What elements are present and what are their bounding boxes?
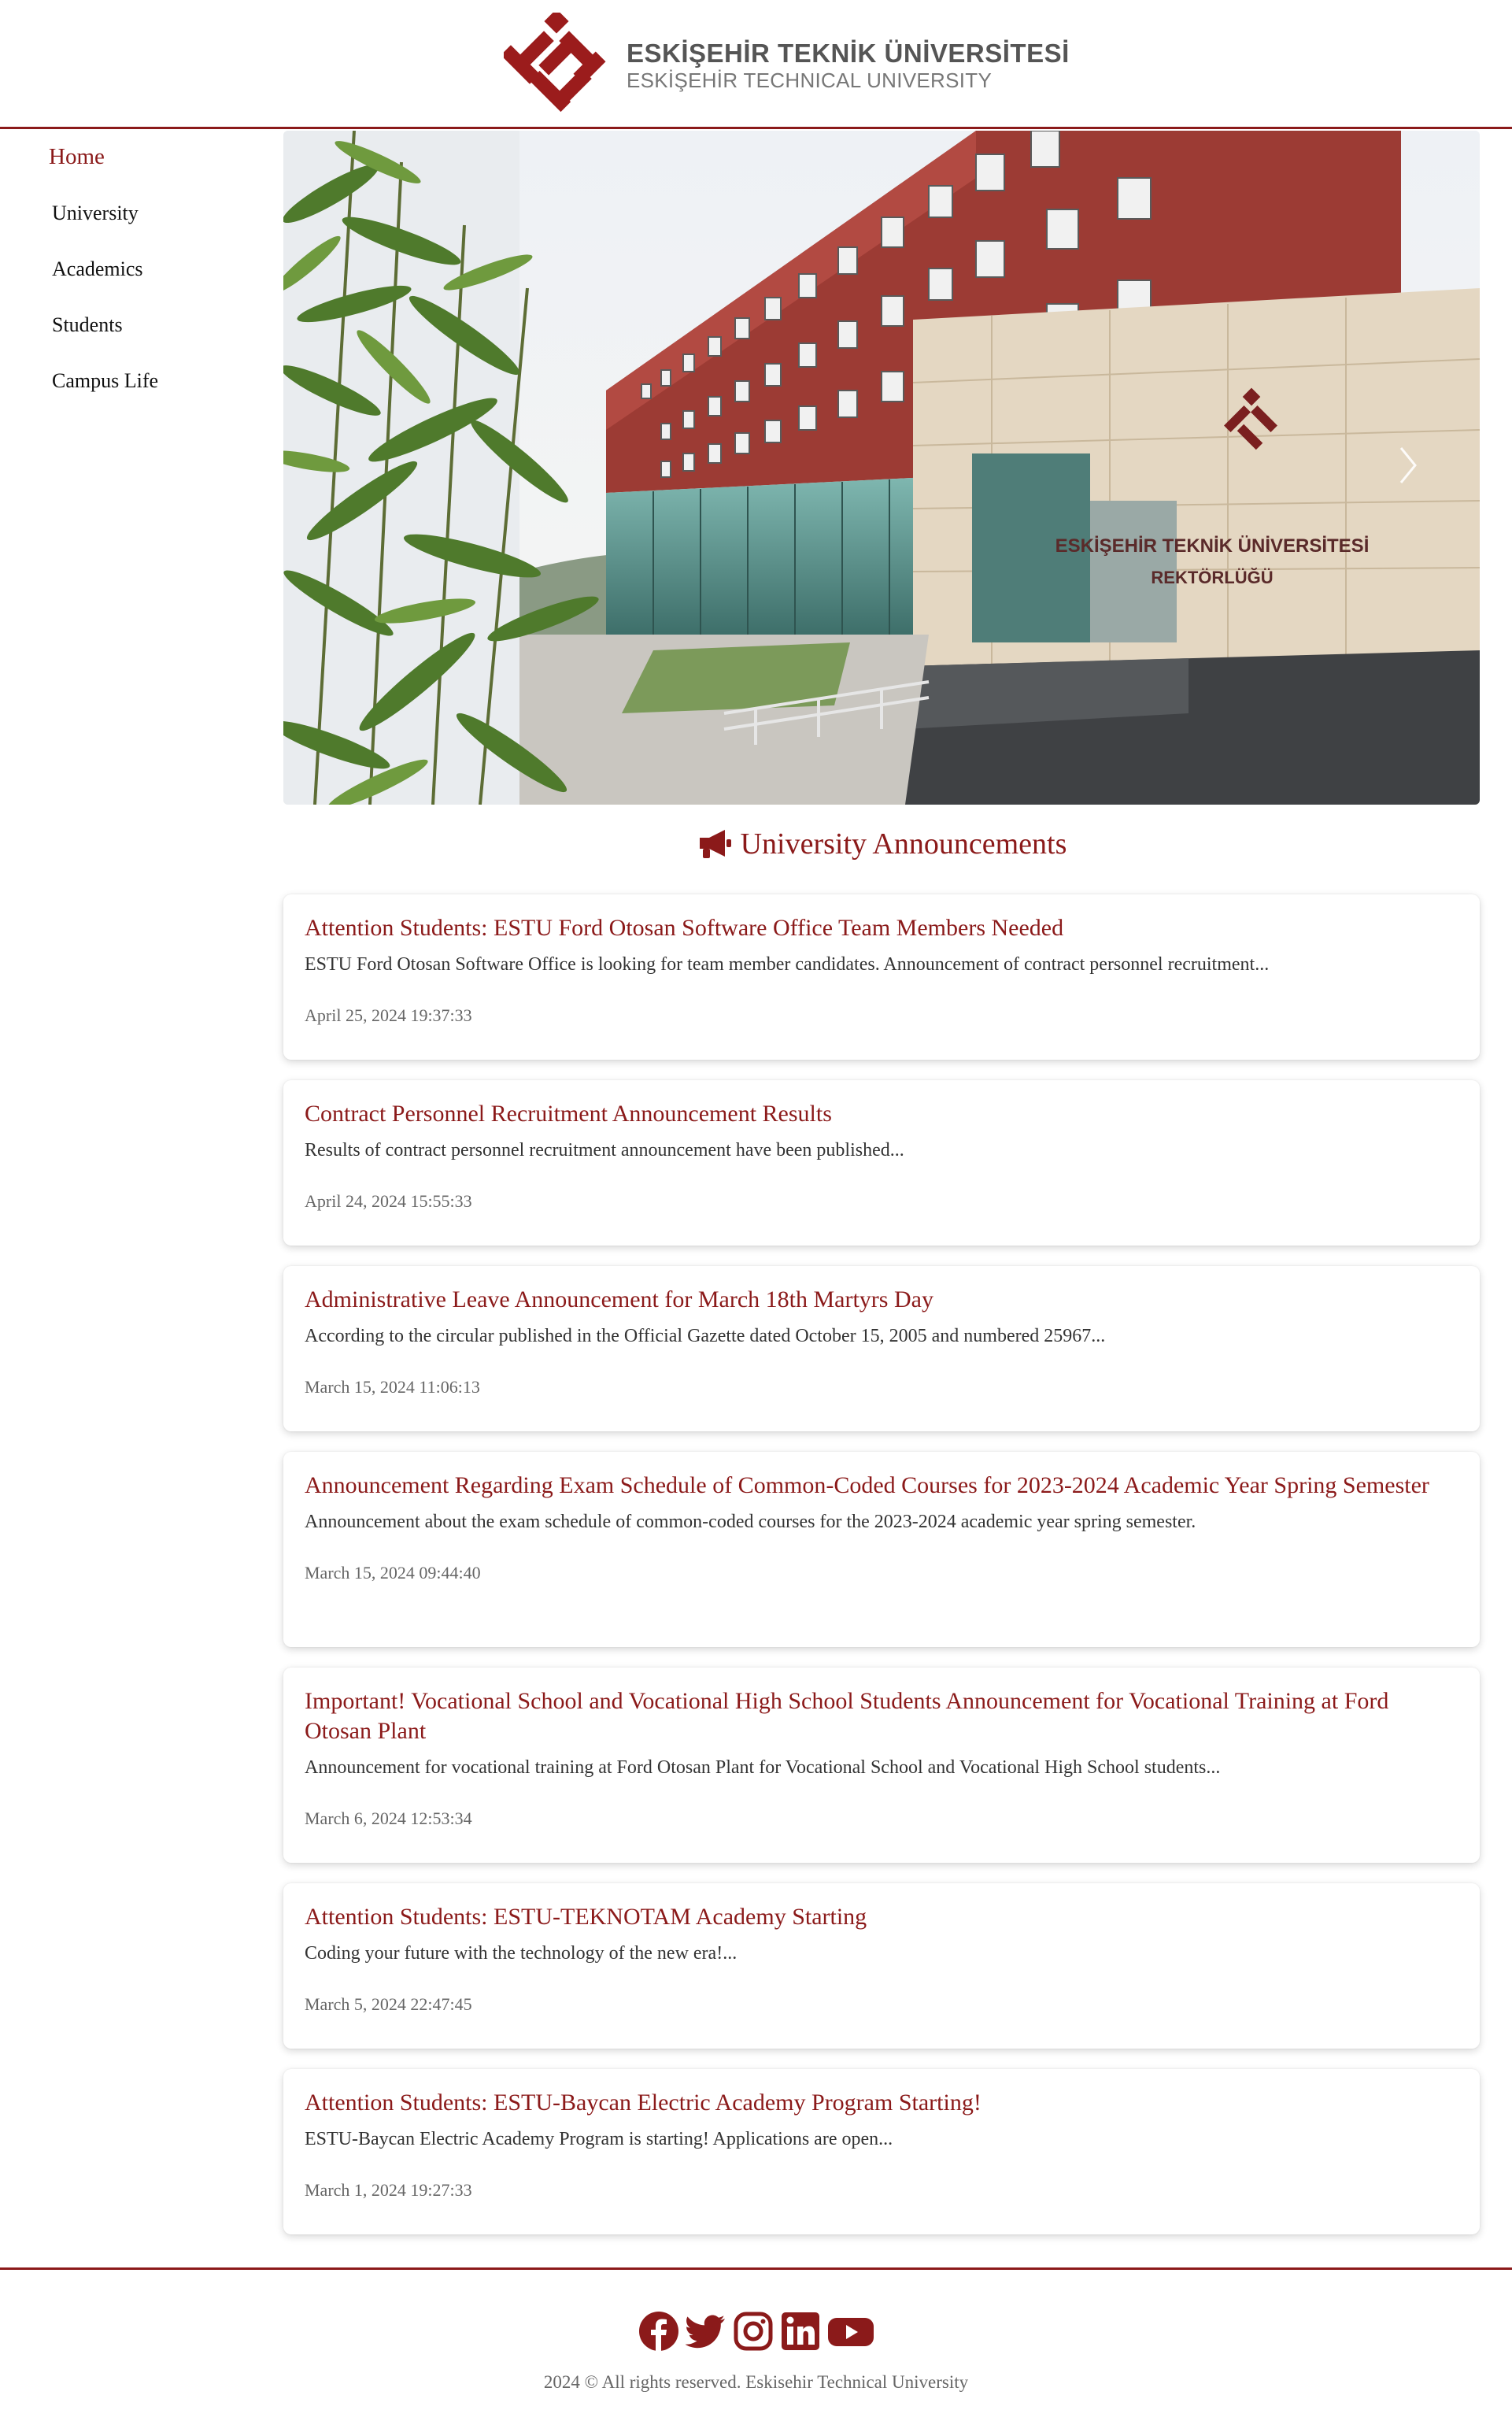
announcement-card: Announcement Regarding Exam Schedule of … <box>283 1452 1480 1647</box>
announcement-date: March 6, 2024 12:53:34 <box>305 1808 472 1828</box>
announcement-date: March 1, 2024 19:27:33 <box>305 2180 472 2200</box>
announcement-summary: Results of contract personnel recruitmen… <box>305 1140 904 1161</box>
announcement-title-link[interactable]: Attention Students: ESTU-Baycan Electric… <box>305 2088 1458 2118</box>
announcement-title-link[interactable]: Important! Vocational School and Vocatio… <box>305 1686 1458 1746</box>
twitter-icon[interactable] <box>685 2311 726 2352</box>
instagram-icon[interactable] <box>733 2311 774 2352</box>
sidebar-item-academics[interactable]: Academics <box>0 241 282 297</box>
announcement-card: Administrative Leave Announcement for Ma… <box>283 1266 1480 1431</box>
university-logo[interactable]: ESKİŞEHİR TEKNİK ÜNİVERSİTESİ ESKİŞEHİR … <box>504 13 1070 118</box>
sidebar-nav: Home University Academics Students Campu… <box>0 129 282 409</box>
announcement-date: March 15, 2024 09:44:40 <box>305 1563 481 1583</box>
announcement-card: Important! Vocational School and Vocatio… <box>283 1668 1480 1863</box>
announcement-card: Contract Personnel Recruitment Announcem… <box>283 1080 1480 1246</box>
announcement-date: March 15, 2024 11:06:13 <box>305 1377 480 1397</box>
announcement-title-link[interactable]: Administrative Leave Announcement for Ma… <box>305 1285 1458 1315</box>
sidebar-item-campus-life[interactable]: Campus Life <box>0 353 282 409</box>
announcement-summary: ESTU-Baycan Electric Academy Program is … <box>305 2129 893 2149</box>
announcement-title-link[interactable]: Announcement Regarding Exam Schedule of … <box>305 1471 1458 1501</box>
facebook-icon[interactable] <box>638 2311 679 2352</box>
sign-line2: REKTÖRLÜĞÜ <box>1151 568 1273 587</box>
site-header: ESKİŞEHİR TEKNİK ÜNİVERSİTESİ ESKİŞEHİR … <box>0 0 1512 129</box>
announcement-summary: Coding your future with the technology o… <box>305 1943 738 1964</box>
announcement-card: Attention Students: ESTU-TEKNOTAM Academ… <box>283 1883 1480 2049</box>
sidebar-item-students[interactable]: Students <box>0 297 282 353</box>
announcement-card: Attention Students: ESTU-Baycan Electric… <box>283 2069 1480 2234</box>
announcement-summary: ESTU Ford Otosan Software Office is look… <box>305 954 1270 975</box>
sidebar-item-university[interactable]: University <box>0 185 282 241</box>
announcement-date: April 24, 2024 15:55:33 <box>305 1191 472 1211</box>
hero-carousel[interactable]: ESKİŞEHİR TEKNİK ÜNİVERSİTESİ REKTÖRLÜĞÜ <box>283 131 1480 805</box>
linkedin-icon[interactable] <box>780 2311 821 2352</box>
site-footer: 2024 © All rights reserved. Eskisehir Te… <box>0 2267 1512 2421</box>
logo-title-tr: ESKİŞEHİR TEKNİK ÜNİVERSİTESİ <box>627 39 1070 68</box>
chevron-right-icon[interactable] <box>1396 442 1420 489</box>
megaphone-icon <box>699 830 731 858</box>
announcement-summary: Announcement for vocational training at … <box>305 1757 1221 1778</box>
logo-mark-icon <box>504 13 606 113</box>
announcements-title: University Announcements <box>740 827 1067 861</box>
announcement-date: March 5, 2024 22:47:45 <box>305 1994 472 2014</box>
announcement-title-link[interactable]: Contract Personnel Recruitment Announcem… <box>305 1099 1458 1129</box>
announcement-date: April 25, 2024 19:37:33 <box>305 1005 472 1025</box>
announcements-heading: University Announcements <box>283 819 1480 869</box>
youtube-icon[interactable] <box>827 2311 874 2352</box>
announcement-summary: Announcement about the exam schedule of … <box>305 1512 1196 1532</box>
announcement-title-link[interactable]: Attention Students: ESTU-TEKNOTAM Academ… <box>305 1902 1458 1932</box>
sign-line1: ESKİŞEHİR TEKNİK ÜNİVERSİTESİ <box>1055 535 1370 557</box>
logo-text: ESKİŞEHİR TEKNİK ÜNİVERSİTESİ ESKİŞEHİR … <box>627 39 1070 92</box>
sidebar-item-home[interactable]: Home <box>0 129 282 185</box>
announcement-card: Attention Students: ESTU Ford Otosan Sof… <box>283 894 1480 1060</box>
announcement-summary: According to the circular published in t… <box>305 1326 1106 1346</box>
announcement-title-link[interactable]: Attention Students: ESTU Ford Otosan Sof… <box>305 913 1458 943</box>
social-links <box>0 2311 1512 2352</box>
logo-title-en: ESKİŞEHİR TECHNICAL UNIVERSITY <box>627 68 993 92</box>
copyright-text: 2024 © All rights reserved. Eskisehir Te… <box>543 2372 969 2392</box>
campus-building-image: ESKİŞEHİR TEKNİK ÜNİVERSİTESİ REKTÖRLÜĞÜ <box>283 131 1480 805</box>
